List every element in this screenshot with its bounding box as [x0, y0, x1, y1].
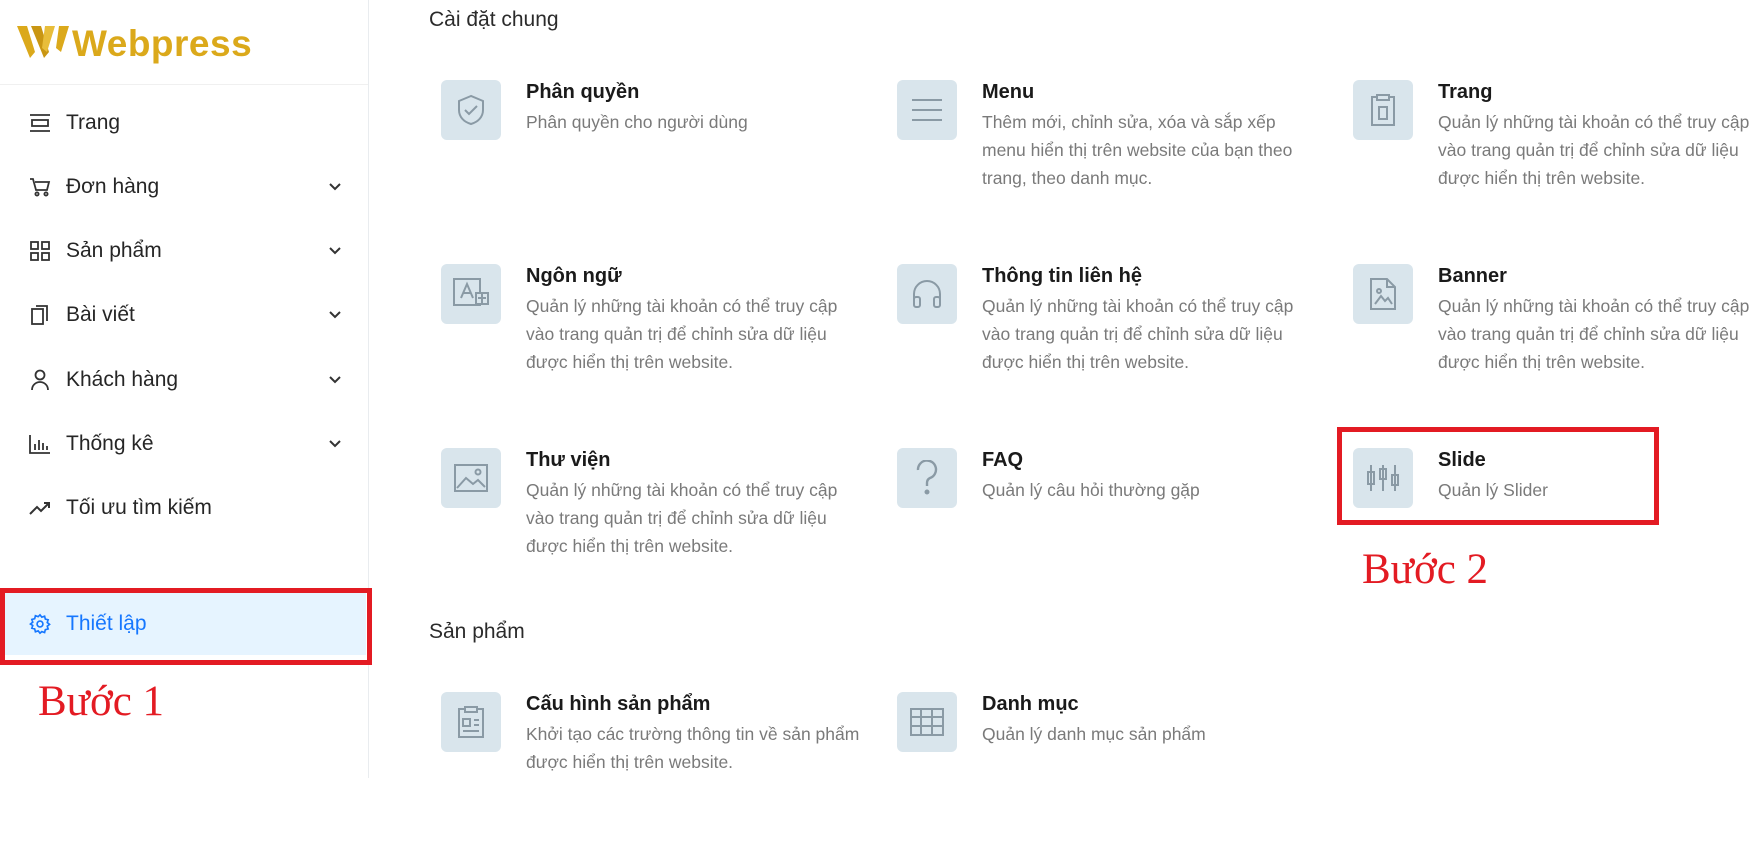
chevron-down-icon[interactable]: [324, 240, 346, 262]
bar-chart-icon: [27, 431, 53, 457]
chevron-down-icon[interactable]: [324, 176, 346, 198]
documents-icon: [27, 302, 53, 328]
trend-line-icon: [27, 495, 53, 521]
sidebar-item-label: Tối ưu tìm kiếm: [66, 496, 212, 519]
grid-icon: [27, 238, 53, 264]
card-description: Thêm mới, chỉnh sửa, xóa và sắp xếp menu…: [982, 112, 1293, 188]
card-description: Quản lý câu hỏi thường gặp: [982, 480, 1200, 500]
sidebar-item-thong-ke[interactable]: Thống kê: [0, 416, 368, 472]
section-title-products: Sản phẩm: [429, 620, 525, 643]
card-title: Thông tin liên hệ: [982, 265, 1142, 287]
sidebar-item-label: Khách hàng: [66, 368, 179, 391]
sidebar-item-label: Sản phẩm: [66, 239, 162, 262]
file-image-icon: [1353, 264, 1413, 324]
product-config-icon: [441, 692, 501, 752]
translate-icon: [441, 264, 501, 324]
step2-label: Bước 2: [1362, 546, 1489, 593]
card-description: Quản lý những tài khoản có thể truy cập …: [1438, 296, 1750, 372]
sidebar-item-label: Thống kê: [66, 432, 154, 455]
card-title: Cấu hình sản phẩm: [526, 693, 711, 715]
sidebar-item-trang[interactable]: Trang: [0, 95, 368, 151]
logo[interactable]: Webpress: [0, 0, 368, 85]
card-title: Thư viện: [526, 449, 611, 471]
user-icon: [27, 367, 53, 393]
card-description: Khởi tạo các trường thông tin về sản phẩ…: [526, 724, 860, 772]
settings-card-phan-quyen[interactable]: Phân quyền Phân quyền cho người dùng: [430, 80, 860, 230]
settings-card-thong-tin-lien-he[interactable]: Thông tin liên hệ Quản lý những tài khoả…: [886, 264, 1316, 414]
step1-highlight-box: [0, 588, 372, 665]
table-icon: [897, 692, 957, 752]
chevron-down-icon[interactable]: [324, 369, 346, 391]
card-description: Quản lý những tài khoản có thể truy cập …: [526, 480, 838, 556]
card-title: Menu: [982, 81, 1035, 103]
shield-check-icon: [441, 80, 501, 140]
sidebar-item-don-hang[interactable]: Đơn hàng: [0, 159, 368, 215]
sidebar-item-khach-hang[interactable]: Khách hàng: [0, 352, 368, 408]
card-title: Trang: [1438, 81, 1493, 103]
page-layout-icon: [27, 110, 53, 136]
settings-card-thu-vien[interactable]: Thư viện Quản lý những tài khoản có thể …: [430, 448, 860, 598]
settings-card-menu[interactable]: Menu Thêm mới, chỉnh sửa, xóa và sắp xếp…: [886, 80, 1316, 230]
sidebar-item-label: Đơn hàng: [66, 175, 160, 198]
image-icon: [441, 448, 501, 508]
settings-card-trang[interactable]: Trang Quản lý những tài khoản có thể tru…: [1342, 80, 1756, 230]
card-title: FAQ: [982, 449, 1024, 471]
settings-card-danh-muc[interactable]: Danh mục Quản lý danh mục sản phẩm: [886, 692, 1316, 842]
card-description: Quản lý danh mục sản phẩm: [982, 724, 1206, 744]
card-description: Quản lý những tài khoản có thể truy cập …: [526, 296, 838, 372]
sidebar-item-bai-viet[interactable]: Bài viết: [0, 287, 368, 343]
sidebar-item-san-pham[interactable]: Sản phẩm: [0, 223, 368, 279]
step2-highlight-box: [1337, 427, 1659, 525]
card-description: Quản lý những tài khoản có thể truy cập …: [1438, 112, 1750, 188]
chevron-down-icon[interactable]: [324, 433, 346, 455]
card-title: Danh mục: [982, 693, 1079, 715]
settings-card-faq[interactable]: FAQ Quản lý câu hỏi thường gặp: [886, 448, 1316, 598]
card-title: Ngôn ngữ: [526, 265, 622, 287]
card-description: Quản lý những tài khoản có thể truy cập …: [982, 296, 1294, 372]
settings-card-ngon-ngu[interactable]: Ngôn ngữ Quản lý những tài khoản có thể …: [430, 264, 860, 414]
card-description: Phân quyền cho người dùng: [526, 112, 748, 132]
settings-card-banner[interactable]: Banner Quản lý những tài khoản có thể tr…: [1342, 264, 1756, 414]
question-icon: [897, 448, 957, 508]
chevron-down-icon[interactable]: [324, 304, 346, 326]
logo-mark-icon: [17, 26, 69, 58]
clipboard-page-icon: [1353, 80, 1413, 140]
card-title: Phân quyền: [526, 81, 640, 103]
menu-lines-icon: [897, 80, 957, 140]
section-title-general: Cài đặt chung: [429, 8, 559, 31]
shopping-cart-icon: [27, 174, 53, 200]
logo-text: Webpress: [72, 23, 253, 64]
settings-card-cau-hinh-san-pham[interactable]: Cấu hình sản phẩm Khởi tạo các trường th…: [430, 692, 860, 842]
sidebar-item-label: Bài viết: [66, 303, 135, 326]
sidebar-item-label: Trang: [66, 111, 121, 134]
sidebar-item-toi-uu-tim-kiem[interactable]: Tối ưu tìm kiếm: [0, 480, 368, 536]
card-title: Banner: [1438, 265, 1507, 287]
step1-label: Bước 1: [38, 678, 165, 725]
headphones-icon: [897, 264, 957, 324]
